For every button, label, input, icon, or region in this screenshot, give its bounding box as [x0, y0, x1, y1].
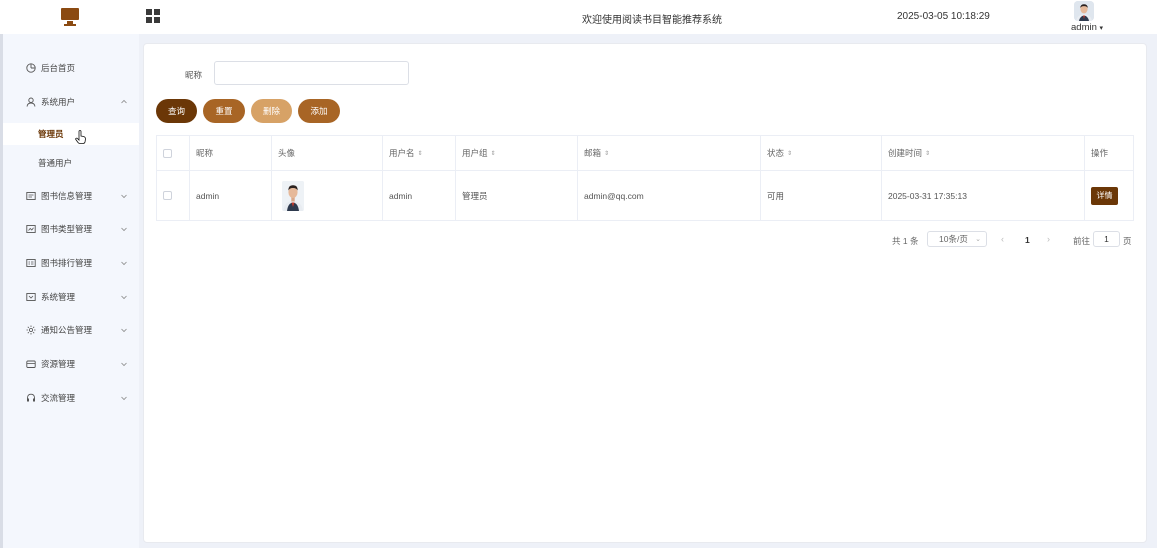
sidebar-item-book-type[interactable]: 图书类型管理 [3, 215, 139, 243]
goto-page-input[interactable] [1093, 231, 1120, 247]
chevron-down-icon [119, 224, 129, 234]
table-row: admin admin 管理员 admin@qq.com 可用 2025-03-… [157, 171, 1133, 220]
table-header-row: 昵称 头像 用户名 ⇕ 用户组 ⇕ 邮箱 ⇕ 状态 ⇕ 创建时间 ⇕ 操作 [157, 136, 1133, 171]
chevron-down-icon [119, 191, 129, 201]
cell-avatar [272, 171, 383, 220]
cell-status: 可用 [761, 171, 882, 220]
welcome-title: 欢迎使用阅读书目智能推荐系统 [582, 15, 722, 26]
delete-button[interactable]: 删除 [251, 99, 292, 123]
sidebar-item-system-settings[interactable]: 系统管理 [3, 283, 139, 311]
nickname-label: 昵称 [185, 70, 203, 80]
column-header-nickname: 昵称 [190, 136, 272, 170]
column-header-username[interactable]: 用户名 ⇕ [383, 136, 456, 170]
row-checkbox[interactable] [163, 191, 172, 200]
sort-icon: ⇕ [604, 150, 610, 157]
query-button[interactable]: 查询 [156, 99, 197, 123]
sidebar-item-communication[interactable]: 交流管理 [3, 384, 139, 412]
add-button[interactable]: 添加 [298, 99, 340, 123]
user-name: admin ▾ [1071, 22, 1104, 33]
menu-grid-icon[interactable] [146, 9, 160, 23]
select-all-cell [157, 136, 190, 170]
cell-created: 2025-03-31 17:35:13 [882, 171, 1085, 220]
cell-username: admin [383, 171, 456, 220]
select-all-checkbox[interactable] [163, 148, 172, 158]
goto-label: 前往 [1073, 236, 1091, 246]
sort-icon: ⇕ [417, 150, 423, 157]
sidebar: 后台首页 系统用户 管理员 普通用户 图书信息管理 图书类型管理 图书排行管理 … [0, 34, 139, 548]
dashboard-icon [25, 63, 36, 74]
nickname-search-input[interactable] [214, 61, 409, 85]
cell-actions: 详情 [1085, 171, 1133, 220]
content-panel [143, 43, 1147, 543]
pagination-total: 共 1 条 [892, 236, 919, 246]
column-header-group[interactable]: 用户组 ⇕ [456, 136, 578, 170]
chevron-up-icon [119, 97, 129, 107]
resource-icon [25, 359, 36, 370]
reset-button[interactable]: 重置 [203, 99, 245, 123]
cell-nickname: admin [190, 171, 272, 220]
settings-icon [25, 292, 36, 303]
book-icon [25, 191, 36, 202]
row-select-cell [157, 171, 190, 220]
page-size-select[interactable]: 10条/页 ⌄ [927, 231, 987, 247]
page-number-current[interactable]: 1 [1025, 235, 1030, 245]
user-avatar [1074, 1, 1094, 21]
sidebar-item-notice[interactable]: 通知公告管理 [3, 316, 139, 344]
sidebar-subitem-admins[interactable]: 管理员 [3, 123, 139, 145]
next-page-icon[interactable]: › [1047, 234, 1050, 244]
column-header-status[interactable]: 状态 ⇕ [761, 136, 882, 170]
top-header: 欢迎使用阅读书目智能推荐系统 2025-03-05 10:18:29 admin… [0, 0, 1157, 34]
column-header-email[interactable]: 邮箱 ⇕ [578, 136, 761, 170]
ranking-icon [25, 258, 36, 269]
user-icon [25, 97, 36, 108]
sidebar-item-book-info[interactable]: 图书信息管理 [3, 182, 139, 210]
prev-page-icon[interactable]: ‹ [1001, 234, 1004, 244]
notice-icon [25, 325, 36, 336]
chevron-down-icon: ▾ [1099, 25, 1104, 32]
category-icon [25, 224, 36, 235]
chevron-down-icon [119, 292, 129, 302]
chevron-down-icon [119, 359, 129, 369]
sort-icon: ⇕ [490, 150, 496, 157]
headset-icon [25, 393, 36, 404]
cell-group: 管理员 [456, 171, 578, 220]
column-header-created[interactable]: 创建时间 ⇕ [882, 136, 1085, 170]
sidebar-item-book-ranking[interactable]: 图书排行管理 [3, 249, 139, 277]
chevron-down-icon: ⌄ [975, 236, 981, 243]
column-header-actions: 操作 [1091, 148, 1109, 158]
chevron-down-icon [119, 393, 129, 403]
chevron-down-icon [119, 325, 129, 335]
sort-icon: ⇕ [925, 150, 931, 157]
sidebar-item-resources[interactable]: 资源管理 [3, 350, 139, 378]
row-avatar-image [282, 180, 304, 211]
current-datetime: 2025-03-05 10:18:29 [897, 11, 990, 22]
page-unit-label: 页 [1123, 236, 1132, 246]
column-header-avatar: 头像 [272, 136, 383, 170]
cell-email: admin@qq.com [578, 171, 761, 220]
sidebar-item-dashboard[interactable]: 后台首页 [3, 54, 139, 82]
sidebar-subitem-normal-users[interactable]: 普通用户 [3, 152, 139, 174]
admin-table: 昵称 头像 用户名 ⇕ 用户组 ⇕ 邮箱 ⇕ 状态 ⇕ 创建时间 ⇕ 操作 admin [156, 135, 1134, 221]
logo-icon [60, 7, 80, 27]
sidebar-item-system-users[interactable]: 系统用户 [3, 88, 139, 116]
hand-cursor-icon [75, 130, 87, 147]
sort-icon: ⇕ [787, 150, 793, 157]
detail-button[interactable]: 详情 [1091, 186, 1118, 205]
chevron-down-icon [119, 258, 129, 268]
user-menu[interactable]: admin ▾ [1066, 1, 1110, 33]
